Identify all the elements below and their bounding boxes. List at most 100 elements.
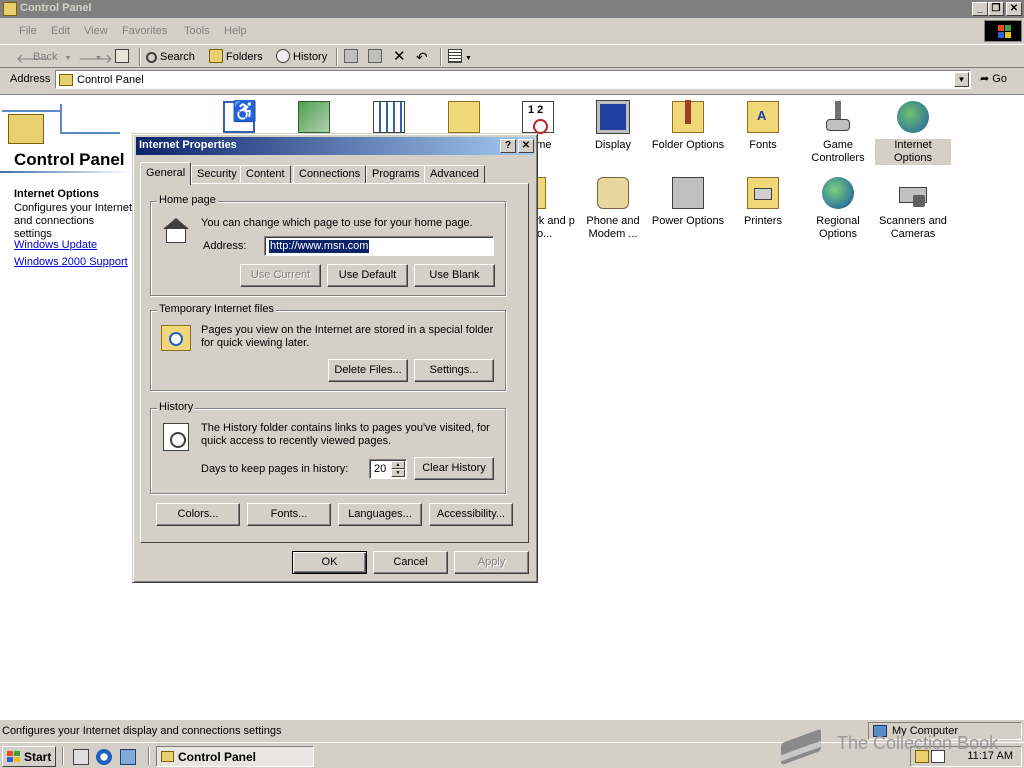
folders-button[interactable]: Folders [209,48,263,66]
tab-general[interactable]: General [140,162,192,185]
home-address-input[interactable]: http://www.msn.com [264,236,494,256]
regional-options-icon [822,177,854,209]
add-remove-programs-icon [298,101,330,133]
spin-up-icon[interactable]: ▲ [391,461,405,469]
cancel-button[interactable]: Cancel [373,551,448,574]
delete-icon: ✕ [393,48,406,65]
tab-advanced[interactable]: Advanced [424,165,485,184]
standard-toolbar: 🡐Back ▼ 🡒▼ Search Folders History ✕ ↶ ▼ [0,44,1024,68]
history-icon [276,49,290,63]
up-folder-icon [115,49,129,63]
fonts-button[interactable]: Fonts... [247,503,331,526]
ok-button[interactable]: OK [292,551,367,574]
back-dropdown-icon[interactable]: ▼ [65,55,72,62]
show-desktop-icon[interactable] [73,749,89,765]
temp-files-folder-icon [161,325,191,351]
accessibility-button[interactable]: Accessibility... [429,503,513,526]
address-label: Address [10,73,51,85]
search-icon [146,52,157,63]
copy-to-button[interactable] [368,48,385,66]
menu-file[interactable]: File [19,25,37,37]
address-input[interactable]: Control Panel ▼ [55,70,971,89]
cp-item-scanners-cameras[interactable]: Scanners and Cameras [875,177,951,241]
outlook-express-icon[interactable] [120,749,136,765]
days-label: Days to keep pages in history: [201,463,349,475]
internet-explorer-icon[interactable] [96,749,112,765]
windows-2000-support-link[interactable]: Windows 2000 Support [14,256,128,268]
phone-modem-icon [597,177,629,209]
search-button[interactable]: Search [146,48,195,66]
internet-properties-dialog: Internet Properties ? ✕ General Security… [132,133,538,583]
forward-button[interactable]: 🡒▼ [78,48,113,66]
back-button[interactable]: 🡐Back ▼ [16,48,71,66]
home-address-label: Address: [203,240,247,252]
cp-item-phone-modem[interactable]: Phone and Modem ... [575,177,651,241]
tab-security[interactable]: Security [191,165,243,184]
address-bar: Address Control Panel ▼ ➦ Go [0,69,1024,92]
minimize-button[interactable]: _ [972,2,988,16]
undo-button[interactable]: ↶ [416,48,428,66]
left-pane-title: Control Panel [14,150,125,169]
dialog-help-button[interactable]: ? [500,139,516,153]
start-button[interactable]: Start [2,746,56,767]
forward-dropdown-icon[interactable]: ▼ [95,55,102,62]
tab-connections[interactable]: Connections [293,165,367,184]
menu-help[interactable]: Help [224,25,247,37]
cp-item-internet-options[interactable]: Internet Options [875,101,951,165]
cp-item-game-controllers[interactable]: Game Controllers [800,101,876,165]
menu-bar: File Edit View Favorites Tools Help [0,21,1024,41]
move-to-button[interactable] [344,48,361,66]
dialog-titlebar[interactable]: Internet Properties ? ✕ [136,137,534,155]
spin-down-icon[interactable]: ▼ [391,469,405,477]
clear-history-button[interactable]: Clear History [414,457,494,480]
folder-options-icon [672,100,704,133]
go-button[interactable]: ➦ Go [980,72,1007,85]
languages-button[interactable]: Languages... [338,503,422,526]
back-arrow-icon: 🡐 [16,51,51,66]
dialog-tabs: General Security Content Connections Pro… [140,162,532,185]
days-spinner[interactable]: 20 ▲ ▼ [369,459,407,479]
menu-edit[interactable]: Edit [51,25,70,37]
apply-button[interactable]: Apply [454,551,529,574]
cp-item-regional-options[interactable]: Regional Options [800,177,876,241]
days-spinner-arrows[interactable]: ▲ ▼ [391,461,405,477]
up-folder-button[interactable] [115,48,132,66]
control-panel-small-icon [59,74,73,86]
use-blank-button[interactable]: Use Blank [414,264,495,287]
title-underline [0,171,132,173]
administrative-tools-icon [373,101,405,133]
cp-item-power-options[interactable]: Power Options [650,177,726,228]
views-button[interactable]: ▼ [448,48,472,66]
menu-tools[interactable]: Tools [184,25,210,37]
close-button[interactable]: ✕ [1006,2,1022,16]
cp-item-display[interactable]: Display [575,100,651,152]
tab-programs[interactable]: Programs [366,165,426,184]
delete-button[interactable]: ✕ [393,48,406,66]
menu-view[interactable]: View [84,25,108,37]
colors-button[interactable]: Colors... [156,503,240,526]
windows-update-link[interactable]: Windows Update [14,239,97,251]
cp-item-printers[interactable]: Printers [725,177,801,228]
status-text: Configures your Internet display and con… [2,725,282,737]
window-titlebar[interactable]: Control Panel _ ❐ ✕ [0,0,1024,18]
use-default-button[interactable]: Use Default [327,264,408,287]
home-page-legend: Home page [157,194,218,206]
use-current-button[interactable]: Use Current [240,264,321,287]
folders-icon [209,49,223,63]
watermark-text: The Collection Book [837,733,999,753]
address-dropdown-icon[interactable]: ▼ [954,72,969,87]
taskbar-control-panel-button[interactable]: Control Panel [156,746,314,767]
cp-item-folder-options[interactable]: Folder Options [650,100,726,152]
watermark: The Collection Book [775,720,1015,768]
maximize-button[interactable]: ❐ [988,2,1004,16]
delete-files-button[interactable]: Delete Files... [328,359,408,382]
tab-content[interactable]: Content [240,165,291,184]
views-icon [448,49,462,63]
settings-button[interactable]: Settings... [414,359,494,382]
windows-flag-icon [7,751,20,762]
menu-favorites[interactable]: Favorites [122,25,167,37]
dialog-close-button[interactable]: ✕ [518,139,534,153]
cp-item-fonts[interactable]: A Fonts [725,101,801,152]
history-button[interactable]: History [276,48,327,66]
scanners-cameras-icon [897,177,929,209]
